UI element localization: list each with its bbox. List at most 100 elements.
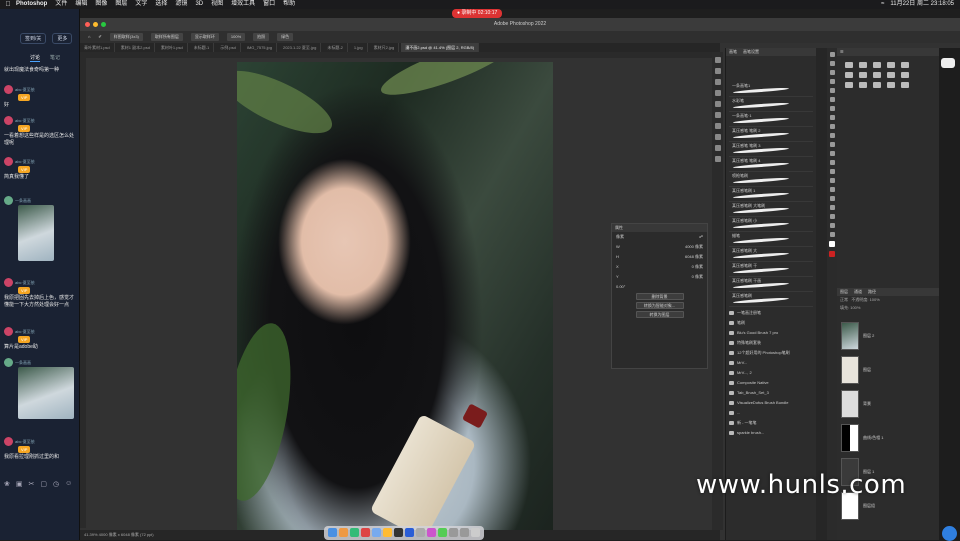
tab-layers[interactable]: 图层 [840, 288, 848, 296]
posterize-icon[interactable] [859, 82, 867, 88]
brush-preset[interactable]: 喷枪笔刷 [729, 173, 813, 187]
info-icon[interactable] [714, 68, 721, 74]
app-icon[interactable] [394, 528, 403, 537]
app-menu[interactable]: Photoshop [16, 0, 47, 9]
zoom-tool-icon[interactable] [829, 223, 835, 228]
more-button[interactable]: 更多 [52, 33, 73, 44]
x-field[interactable]: 0 像素 [692, 264, 703, 270]
brush-folder[interactable]: MrV... [729, 358, 813, 368]
brush-folder[interactable]: MrV..., 2 [729, 368, 813, 378]
history-icon[interactable] [714, 57, 721, 63]
recording-indicator[interactable]: ● 录制中 02:10:17 [452, 9, 503, 18]
brightness-icon[interactable] [845, 62, 853, 68]
chat-image[interactable] [18, 367, 74, 419]
brush-folder[interactable]: Composite Native [729, 378, 813, 388]
doc-tab[interactable]: 2023.1.22 夏至.jpg [279, 43, 322, 52]
w-field[interactable]: 4000 像素 [685, 244, 703, 250]
layer-row[interactable]: 曲线/色相 1 [841, 422, 935, 454]
blend-mode-select[interactable]: 正常 [840, 297, 848, 302]
invert-icon[interactable] [845, 82, 853, 88]
opacity-field[interactable]: 不透明度: 100% [851, 297, 879, 302]
trash-icon[interactable] [471, 528, 480, 537]
brush-preset[interactable]: 一条画笔1 [729, 83, 813, 97]
background-color-swatch[interactable] [829, 251, 835, 257]
brush-preset[interactable]: 某压感笔 笔刷 3 [729, 143, 813, 157]
document-canvas[interactable] [237, 62, 553, 535]
scissors-icon[interactable]: ✂ [29, 480, 35, 488]
app-icon[interactable] [383, 528, 392, 537]
brush-preset[interactable]: 某压感笔刷 1 [729, 188, 813, 202]
doc-tab[interactable]: 素材叶1.psd [157, 43, 188, 52]
brush-folder[interactable]: Blu's Good Brush 7 pro [729, 328, 813, 338]
y-field[interactable]: 0 像素 [692, 274, 703, 280]
adjustment-icon[interactable] [714, 145, 721, 151]
home-icon[interactable]: ⌂ [88, 31, 90, 43]
panel-header[interactable]: 属性 [612, 224, 707, 232]
app-icon[interactable] [449, 528, 458, 537]
tab-brush-settings[interactable]: 画笔设置 [743, 48, 759, 56]
app-icon[interactable] [427, 528, 436, 537]
brush-folder[interactable]: sparkle brush... [729, 428, 813, 438]
layer-row[interactable]: 背景 [841, 388, 935, 420]
swatches-icon[interactable] [714, 90, 721, 96]
finder-icon[interactable] [328, 528, 337, 537]
app-icon[interactable] [350, 528, 359, 537]
selective-color-icon[interactable] [901, 82, 909, 88]
gift-icon[interactable]: ❀ [4, 480, 10, 488]
brush-size-slider[interactable] [726, 56, 816, 82]
photoshop-icon[interactable] [405, 528, 414, 537]
hue-saturation-icon[interactable] [845, 72, 853, 78]
path-select-icon[interactable] [829, 196, 835, 201]
crop-tool-icon[interactable] [829, 88, 835, 93]
sample-layers-select[interactable]: 取样所有图层 [150, 33, 183, 41]
doc-tab[interactable]: 示例.psd [216, 43, 241, 52]
levels-icon[interactable] [859, 62, 867, 68]
brush-preset[interactable]: 水彩笔 [729, 98, 813, 112]
brush-preset[interactable]: 某压感笔刷 小 [729, 218, 813, 232]
sample-size-select[interactable]: 样图取样(3x3) [109, 33, 143, 41]
brush-preset[interactable]: 某压感笔 笔刷 2 [729, 128, 813, 142]
clock-icon[interactable]: ◷ [53, 480, 59, 488]
menu-select[interactable]: 选择 [155, 0, 167, 9]
fill-field[interactable]: 填充: 100% [840, 305, 860, 310]
image-icon[interactable]: ▣ [16, 480, 23, 488]
dodge-tool-icon[interactable] [829, 169, 835, 174]
vibrance-icon[interactable] [901, 62, 909, 68]
doc-tab[interactable]: 未标题-2 [323, 43, 348, 52]
layer-comp-icon[interactable] [714, 134, 721, 140]
brush-folder[interactable]: 12个超好用的 Photoshop笔刷 [729, 348, 813, 358]
angle-field[interactable]: 0.00° [616, 284, 625, 289]
tab-brushes[interactable]: 画笔 [729, 48, 737, 56]
app-icon[interactable] [361, 528, 370, 537]
menu-layer[interactable]: 图层 [115, 0, 127, 9]
move-tool-icon[interactable] [829, 52, 835, 57]
foreground-color-swatch[interactable] [829, 241, 835, 247]
menu-3d[interactable]: 3D [195, 0, 203, 9]
clock[interactable]: 11月22日 周二 23:18:05 [890, 0, 954, 9]
marquee-tool-icon[interactable] [829, 61, 835, 66]
lasso-tool-icon[interactable] [829, 70, 835, 75]
brush-icon[interactable] [714, 123, 721, 129]
brush-folder[interactable]: 笔刷 [729, 318, 813, 328]
screen-icon[interactable]: ▢ [40, 480, 47, 488]
convert-layer-button[interactable]: 转换为图层 [635, 311, 684, 318]
doc-tab-active[interactable]: 漫不画2.psd @ 41.4% (图层 2, RGB/8) [401, 43, 480, 52]
remove-background-button[interactable]: 删除背景 [635, 293, 684, 300]
menu-image[interactable]: 图像 [95, 0, 107, 9]
magic-wand-icon[interactable] [829, 79, 835, 84]
gradient-map-icon[interactable] [887, 82, 895, 88]
menu-edit[interactable]: 编辑 [75, 0, 87, 9]
pen-tool-icon[interactable] [829, 178, 835, 183]
brush-preset[interactable]: 某压感笔 笔刷 4 [729, 158, 813, 172]
zoom-icon[interactable] [101, 22, 106, 27]
brush-tool-icon[interactable] [829, 115, 835, 120]
brush-folder[interactable]: ... [729, 408, 813, 418]
healing-tool-icon[interactable] [829, 106, 835, 111]
option-button[interactable]: 拍照 [253, 33, 270, 41]
close-icon[interactable] [85, 22, 90, 27]
doc-tab[interactable]: 1.jpg [350, 43, 368, 52]
brush-folder[interactable]: 一笔画注册笔 [729, 308, 813, 318]
history-brush-icon[interactable] [829, 133, 835, 138]
eyedropper-tool-icon[interactable] [829, 97, 835, 102]
eraser-tool-icon[interactable] [829, 142, 835, 147]
